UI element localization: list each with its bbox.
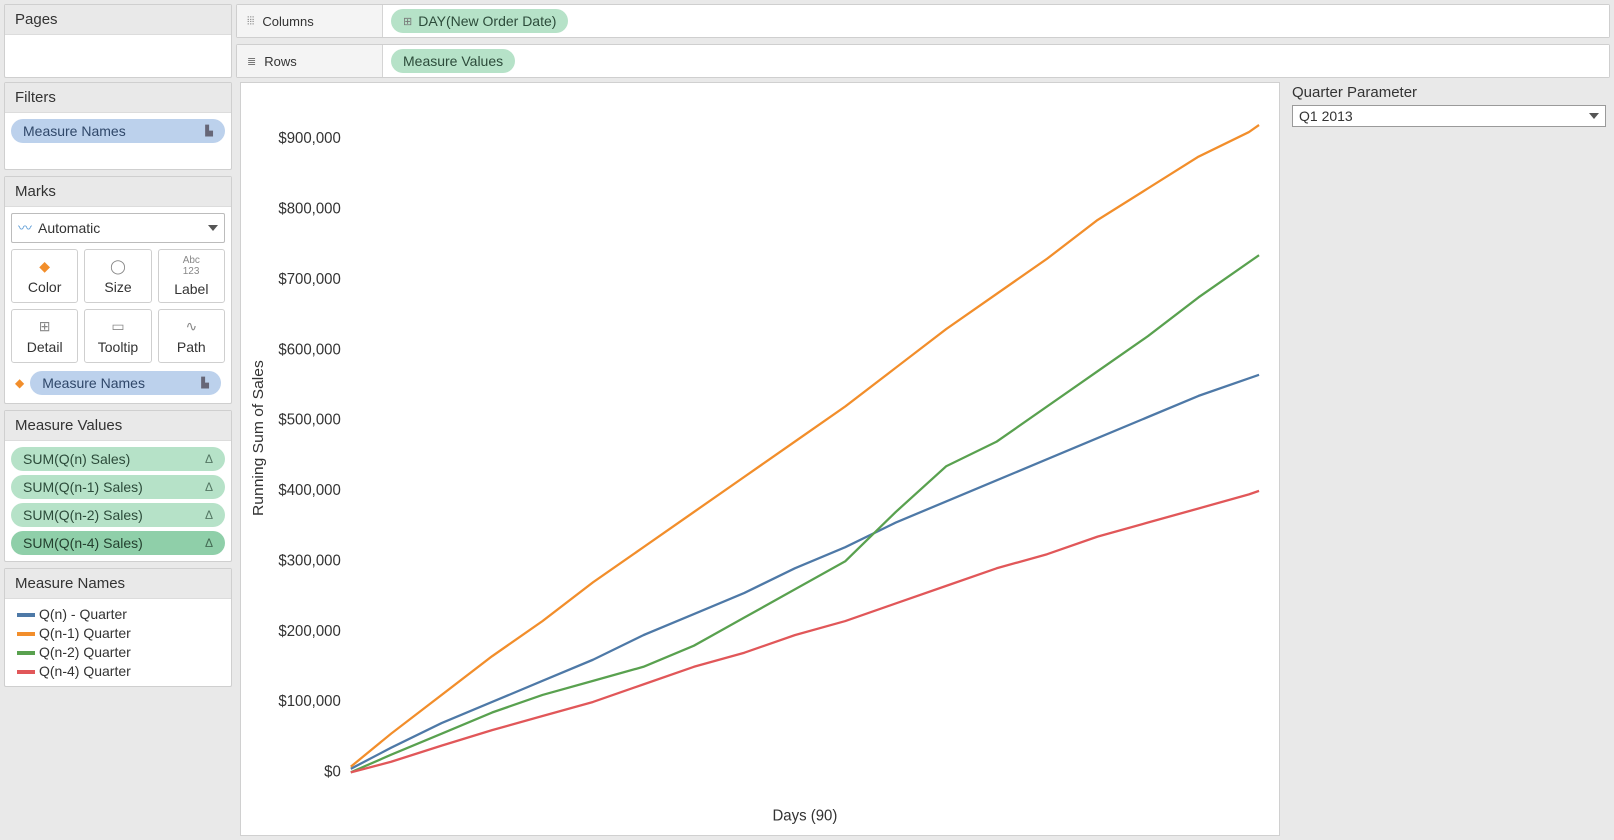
svg-text:$500,000: $500,000 <box>278 411 340 428</box>
marks-color-pill[interactable]: Measure Names ▙ <box>30 371 221 395</box>
marks-type-value: Automatic <box>38 220 100 236</box>
measure-value-pill[interactable]: SUM(Q(n-4) Sales) Δ <box>11 531 225 555</box>
mark-tooltip-button[interactable]: ▭ Tooltip <box>84 309 151 363</box>
rows-shelf-label: ≣ Rows <box>237 45 383 77</box>
columns-label-text: Columns <box>262 14 313 29</box>
svg-text:$600,000: $600,000 <box>278 341 340 358</box>
legend-item[interactable]: Q(n) - Quarter <box>11 605 225 623</box>
mark-detail-button[interactable]: ⊞ Detail <box>11 309 78 363</box>
svg-text:$400,000: $400,000 <box>278 482 340 499</box>
svg-text:$700,000: $700,000 <box>278 271 340 288</box>
filters-header: Filters <box>5 83 231 113</box>
legend-swatch <box>17 632 35 636</box>
color-indicator-icon: ◆ <box>15 376 24 390</box>
mark-tooltip-label: Tooltip <box>98 339 138 355</box>
legend-card: Measure Names Q(n) - Quarter Q(n-1) Quart… <box>4 568 232 687</box>
rows-icon: ≣ <box>247 55 256 68</box>
legend-item[interactable]: Q(n-4) Quarter <box>11 662 225 680</box>
delta-icon: Δ <box>205 508 213 522</box>
svg-text:$900,000: $900,000 <box>278 130 340 147</box>
chart: $0 $100,000 $200,000 $300,000 $400,000 $500,0… <box>241 83 1279 835</box>
parameter-value: Q1 2013 <box>1299 108 1353 124</box>
delta-icon: Δ <box>205 536 213 550</box>
filters-body[interactable]: Measure Names ▙ <box>5 113 231 169</box>
legend-label: Q(n-2) Quarter <box>39 644 131 660</box>
rows-pill[interactable]: Measure Values <box>391 49 515 73</box>
legend-body: Q(n) - Quarter Q(n-1) Quarter Q(n-2) Quart… <box>5 599 231 686</box>
rows-shelf[interactable]: Measure Values <box>383 45 1609 77</box>
filters-card: Filters Measure Names ▙ <box>4 82 232 170</box>
mark-detail-label: Detail <box>27 339 63 355</box>
columns-shelf-label: ⦙⦙⦙ Columns <box>237 5 383 37</box>
measure-value-text: SUM(Q(n-1) Sales) <box>23 479 143 495</box>
filter-pill-text: Measure Names <box>23 123 126 139</box>
marks-header: Marks <box>5 177 231 207</box>
measure-value-pill[interactable]: SUM(Q(n-2) Sales) Δ <box>11 503 225 527</box>
legend-label: Q(n-4) Quarter <box>39 663 131 679</box>
parameter-select[interactable]: Q1 2013 <box>1292 105 1606 127</box>
mark-path-label: Path <box>177 339 206 355</box>
legend-header: Measure Names <box>5 569 231 599</box>
path-icon: ∿ <box>185 318 197 335</box>
mark-label-label: Label <box>174 281 208 297</box>
tooltip-icon: ▭ <box>111 318 124 335</box>
measure-value-text: SUM(Q(n-4) Sales) <box>23 535 143 551</box>
measure-values-header: Measure Values <box>5 411 231 441</box>
mark-path-button[interactable]: ∿ Path <box>158 309 225 363</box>
filter-icon: ▙ <box>201 378 209 389</box>
svg-text:$200,000: $200,000 <box>278 622 340 639</box>
delta-icon: Δ <box>205 480 213 494</box>
chevron-down-icon <box>208 225 218 231</box>
filter-pill-measure-names[interactable]: Measure Names ▙ <box>11 119 225 143</box>
measure-value-pill[interactable]: SUM(Q(n) Sales) Δ <box>11 447 225 471</box>
measure-value-text: SUM(Q(n-2) Sales) <box>23 507 143 523</box>
label-icon: Abc123 <box>183 255 200 277</box>
legend-swatch <box>17 651 35 655</box>
measure-values-body[interactable]: SUM(Q(n) Sales)ΔSUM(Q(n-1) Sales)ΔSUM(Q(… <box>5 441 231 561</box>
columns-shelf[interactable]: ⊞ DAY(New Order Date) <box>383 5 1609 37</box>
svg-text:$0: $0 <box>324 763 341 780</box>
measure-value-text: SUM(Q(n) Sales) <box>23 451 130 467</box>
visualization-area[interactable]: $0 $100,000 $200,000 $300,000 $400,000 $500,0… <box>240 82 1280 836</box>
columns-pill-text: DAY(New Order Date) <box>418 13 556 29</box>
parameter-title: Quarter Parameter <box>1292 84 1606 101</box>
legend-item[interactable]: Q(n-1) Quarter <box>11 624 225 642</box>
svg-text:$100,000: $100,000 <box>278 693 340 710</box>
measure-value-pill[interactable]: SUM(Q(n-1) Sales) Δ <box>11 475 225 499</box>
marks-card: Marks 〰 Automatic ◆ Color <box>4 176 232 404</box>
color-icon: ◆ <box>39 258 50 275</box>
legend-label: Q(n) - Quarter <box>39 606 127 622</box>
mark-color-button[interactable]: ◆ Color <box>11 249 78 303</box>
rows-pill-text: Measure Values <box>403 53 503 69</box>
pages-body[interactable] <box>5 35 231 75</box>
columns-pill[interactable]: ⊞ DAY(New Order Date) <box>391 9 568 33</box>
marks-type-select[interactable]: 〰 Automatic <box>11 213 225 243</box>
chevron-down-icon <box>1589 113 1599 119</box>
measure-values-card: Measure Values SUM(Q(n) Sales)ΔSUM(Q(n-1… <box>4 410 232 562</box>
rows-label-text: Rows <box>264 54 297 69</box>
legend-swatch <box>17 670 35 674</box>
size-icon: ◯ <box>110 258 126 275</box>
delta-icon: Δ <box>205 452 213 466</box>
legend-swatch <box>17 613 35 617</box>
svg-text:Running Sum of Sales: Running Sum of Sales <box>250 360 267 516</box>
detail-icon: ⊞ <box>39 318 51 335</box>
pages-card: Pages <box>4 4 232 78</box>
legend-label: Q(n-1) Quarter <box>39 625 131 641</box>
columns-icon: ⦙⦙⦙ <box>247 15 254 28</box>
marks-color-pill-text: Measure Names <box>42 375 145 391</box>
mark-size-label: Size <box>104 279 131 295</box>
svg-text:Days (90): Days (90) <box>772 807 837 824</box>
mark-label-button[interactable]: Abc123 Label <box>158 249 225 303</box>
svg-text:$800,000: $800,000 <box>278 200 340 217</box>
pages-header: Pages <box>5 5 231 35</box>
mark-size-button[interactable]: ◯ Size <box>84 249 151 303</box>
filter-icon: ▙ <box>205 126 213 137</box>
legend-item[interactable]: Q(n-2) Quarter <box>11 643 225 661</box>
mark-color-label: Color <box>28 279 61 295</box>
svg-text:$300,000: $300,000 <box>278 552 340 569</box>
line-icon: 〰 <box>18 218 32 238</box>
plus-icon: ⊞ <box>403 15 412 28</box>
